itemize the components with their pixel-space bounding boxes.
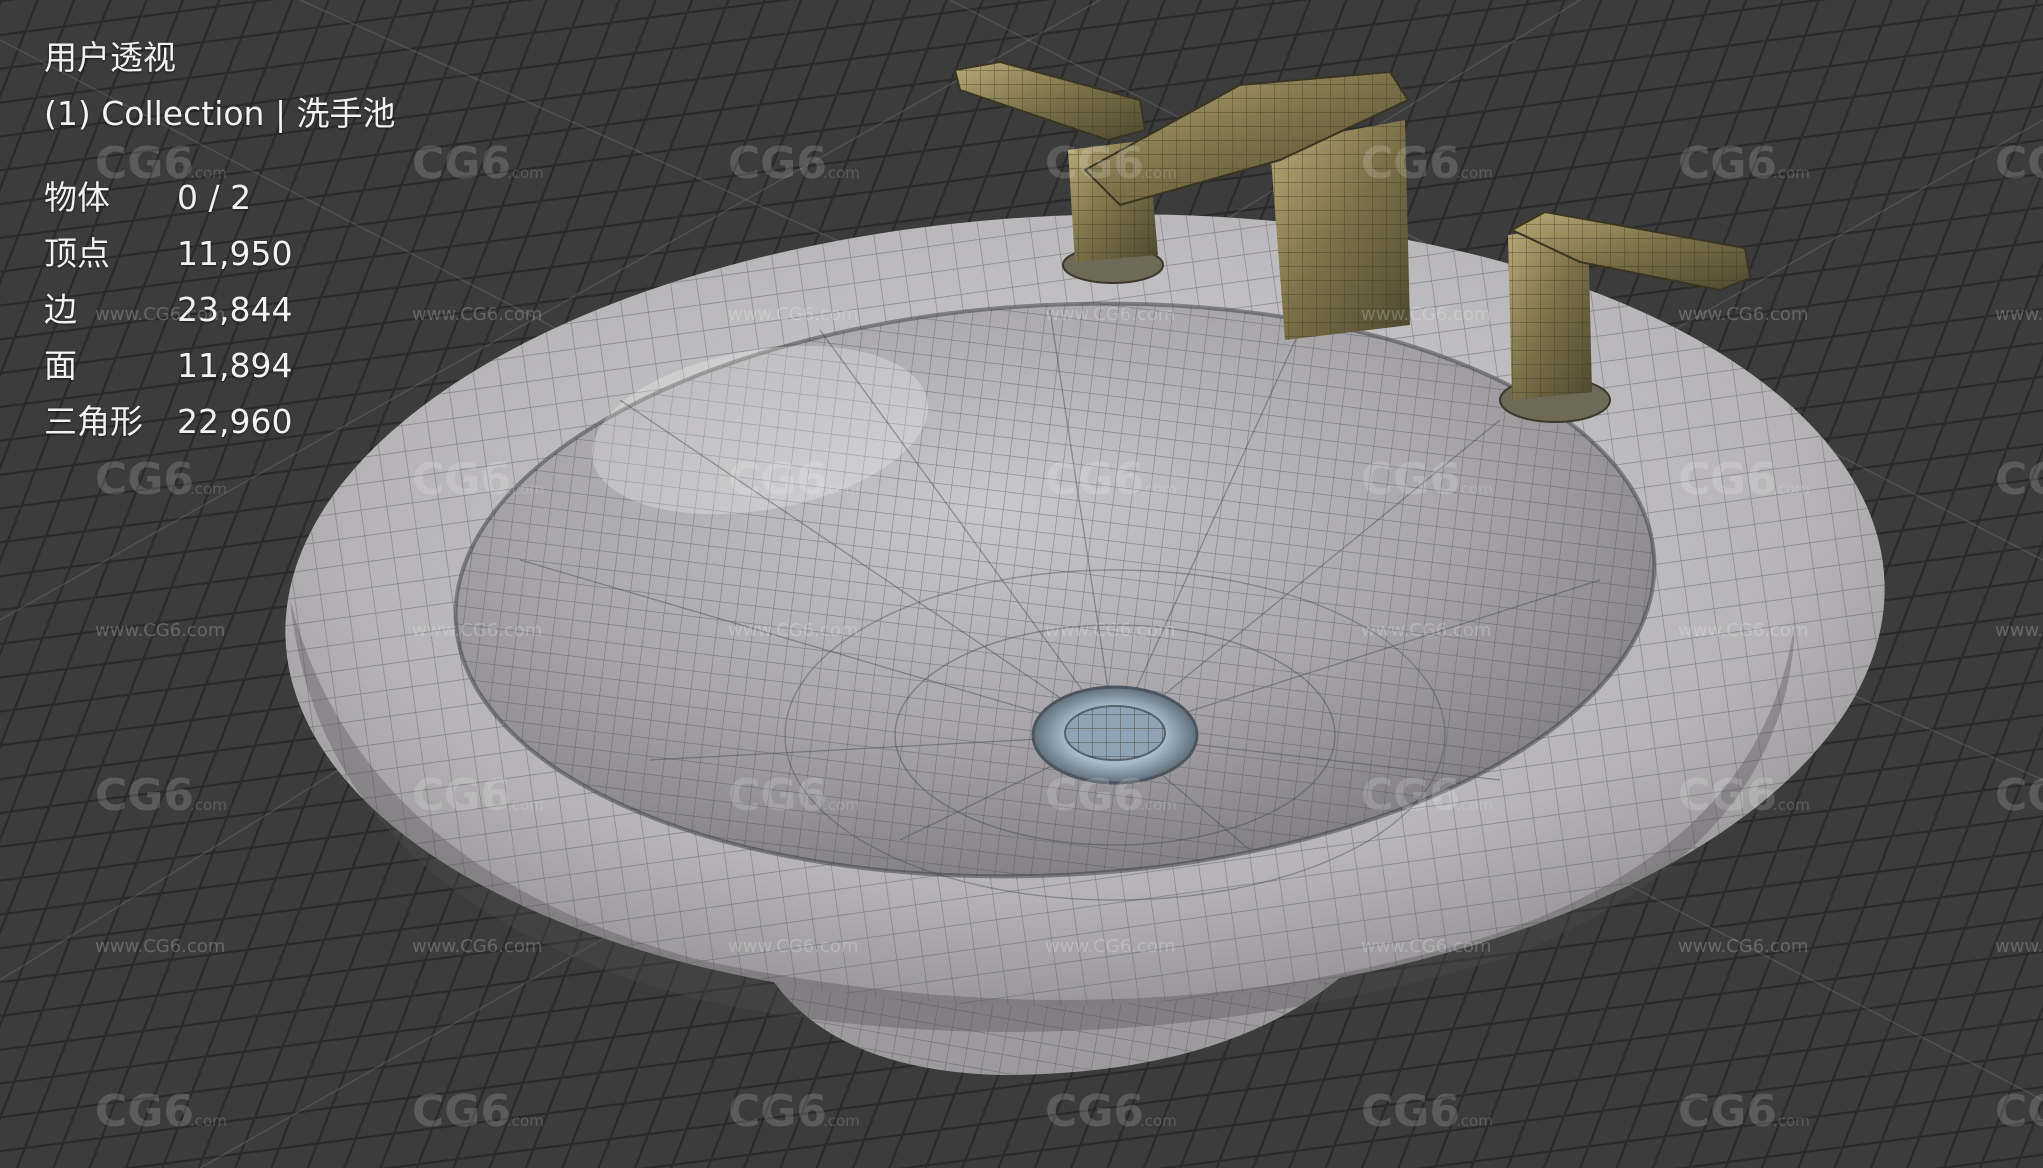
- watermark-logo: CG6: [728, 138, 827, 189]
- watermark-logo: CG6: [95, 1086, 194, 1137]
- stat-triangles: 三角形 22,960: [44, 394, 396, 450]
- watermark-logo: CG6: [1678, 138, 1777, 189]
- stat-faces: 面 11,894: [44, 338, 396, 394]
- watermark-logo: CG6: [1995, 1086, 2043, 1137]
- watermark-logo-suffix: .com: [1140, 480, 1177, 498]
- watermark-url: www.CG6.com: [1995, 304, 2043, 325]
- watermark-logo: CG6: [728, 1086, 827, 1137]
- watermark-logo-suffix: .com: [507, 796, 544, 814]
- watermark-logo-suffix: .com: [190, 796, 227, 814]
- watermark-logo: CG6: [412, 454, 511, 505]
- drain: [1031, 685, 1199, 785]
- watermark-url: www.CG6.com: [1995, 936, 2043, 957]
- watermark-logo: CG6: [1361, 138, 1460, 189]
- watermark-url: www.CG6.com: [412, 620, 542, 641]
- watermark-logo-suffix: .com: [823, 796, 860, 814]
- watermark-logo: CG6: [1361, 454, 1460, 505]
- watermark-logo: CG6: [1678, 770, 1777, 821]
- watermark-url: www.CG6.com: [1361, 620, 1491, 641]
- watermark-logo-suffix: .com: [823, 480, 860, 498]
- watermark-logo: CG6: [412, 138, 511, 189]
- watermark-logo: CG6: [1361, 770, 1460, 821]
- watermark-logo: CG6: [1045, 454, 1144, 505]
- stat-label: 边: [44, 290, 77, 329]
- stat-value: 0 / 2: [177, 178, 252, 217]
- watermark-logo-suffix: .com: [1456, 164, 1493, 182]
- watermark-url: www.CG6.com: [412, 304, 542, 325]
- watermark-url: www.CG6.com: [1678, 620, 1808, 641]
- watermark-logo-suffix: .com: [1140, 796, 1177, 814]
- watermark-logo: CG6: [1361, 1086, 1460, 1137]
- watermark-logo-suffix: .com: [190, 480, 227, 498]
- watermark-logo-suffix: .com: [1773, 796, 1810, 814]
- watermark-logo: CG6: [95, 770, 194, 821]
- stat-value: 23,844: [177, 290, 293, 329]
- watermark-url: www.CG6.com: [1678, 304, 1808, 325]
- watermark-url: www.CG6.com: [1045, 936, 1175, 957]
- watermark-logo: CG6: [1678, 454, 1777, 505]
- stat-value: 11,894: [177, 346, 293, 385]
- watermark-logo: CG6: [1995, 770, 2043, 821]
- watermark-url: www.CG6.com: [1361, 304, 1491, 325]
- watermark-logo: CG6: [412, 770, 511, 821]
- watermark-logo-suffix: .com: [190, 1112, 227, 1130]
- watermark-url: www.CG6.com: [1045, 304, 1175, 325]
- watermark-logo-suffix: .com: [1456, 796, 1493, 814]
- watermark-logo-suffix: .com: [507, 1112, 544, 1130]
- watermark-logo-suffix: .com: [1456, 480, 1493, 498]
- stat-label: 物体: [44, 178, 110, 217]
- watermark-url: www.CG6.com: [95, 936, 225, 957]
- watermark-logo-suffix: .com: [1140, 164, 1177, 182]
- stat-vertices: 顶点 11,950: [44, 226, 396, 282]
- viewport-info-overlay: 用户透视 (1) Collection | 洗手池 物体 0 / 2 顶点 11…: [44, 30, 396, 450]
- watermark-logo: CG6: [728, 770, 827, 821]
- watermark-url: www.CG6.com: [1045, 620, 1175, 641]
- watermark-logo: CG6: [1045, 1086, 1144, 1137]
- watermark-logo-suffix: .com: [1140, 1112, 1177, 1130]
- watermark-url: www.CG6.com: [1995, 620, 2043, 641]
- watermark-logo: CG6: [95, 454, 194, 505]
- watermark-logo-suffix: .com: [823, 1112, 860, 1130]
- watermark-url: www.CG6.com: [412, 936, 542, 957]
- watermark-logo: CG6: [412, 1086, 511, 1137]
- watermark-logo: CG6: [1045, 138, 1144, 189]
- watermark-url: www.CG6.com: [1678, 936, 1808, 957]
- watermark-url: www.CG6.com: [1361, 936, 1491, 957]
- stat-label: 三角形: [44, 402, 143, 441]
- watermark-url: www.CG6.com: [95, 620, 225, 641]
- stat-label: 面: [44, 346, 77, 385]
- watermark-logo-suffix: .com: [507, 164, 544, 182]
- watermark-logo: CG6: [1678, 1086, 1777, 1137]
- stat-edges: 边 23,844: [44, 282, 396, 338]
- stat-value: 11,950: [177, 234, 293, 273]
- watermark-url: www.CG6.com: [728, 936, 858, 957]
- watermark-logo: CG6: [728, 454, 827, 505]
- watermark-logo-suffix: .com: [1773, 164, 1810, 182]
- stat-value: 22,960: [177, 402, 293, 441]
- stat-label: 顶点: [44, 234, 110, 273]
- watermark-logo: CG6: [1995, 454, 2043, 505]
- watermark-logo-suffix: .com: [1773, 1112, 1810, 1130]
- watermark-logo: CG6: [1045, 770, 1144, 821]
- watermark-logo: CG6: [1995, 138, 2043, 189]
- watermark-logo-suffix: .com: [823, 164, 860, 182]
- watermark-logo-suffix: .com: [507, 480, 544, 498]
- collection-label: (1) Collection | 洗手池: [44, 94, 396, 133]
- view-name: 用户透视: [44, 38, 176, 77]
- watermark-logo-suffix: .com: [1456, 1112, 1493, 1130]
- watermark-url: www.CG6.com: [728, 620, 858, 641]
- watermark-logo-suffix: .com: [1773, 480, 1810, 498]
- stat-objects: 物体 0 / 2: [44, 170, 396, 226]
- watermark-url: www.CG6.com: [728, 304, 858, 325]
